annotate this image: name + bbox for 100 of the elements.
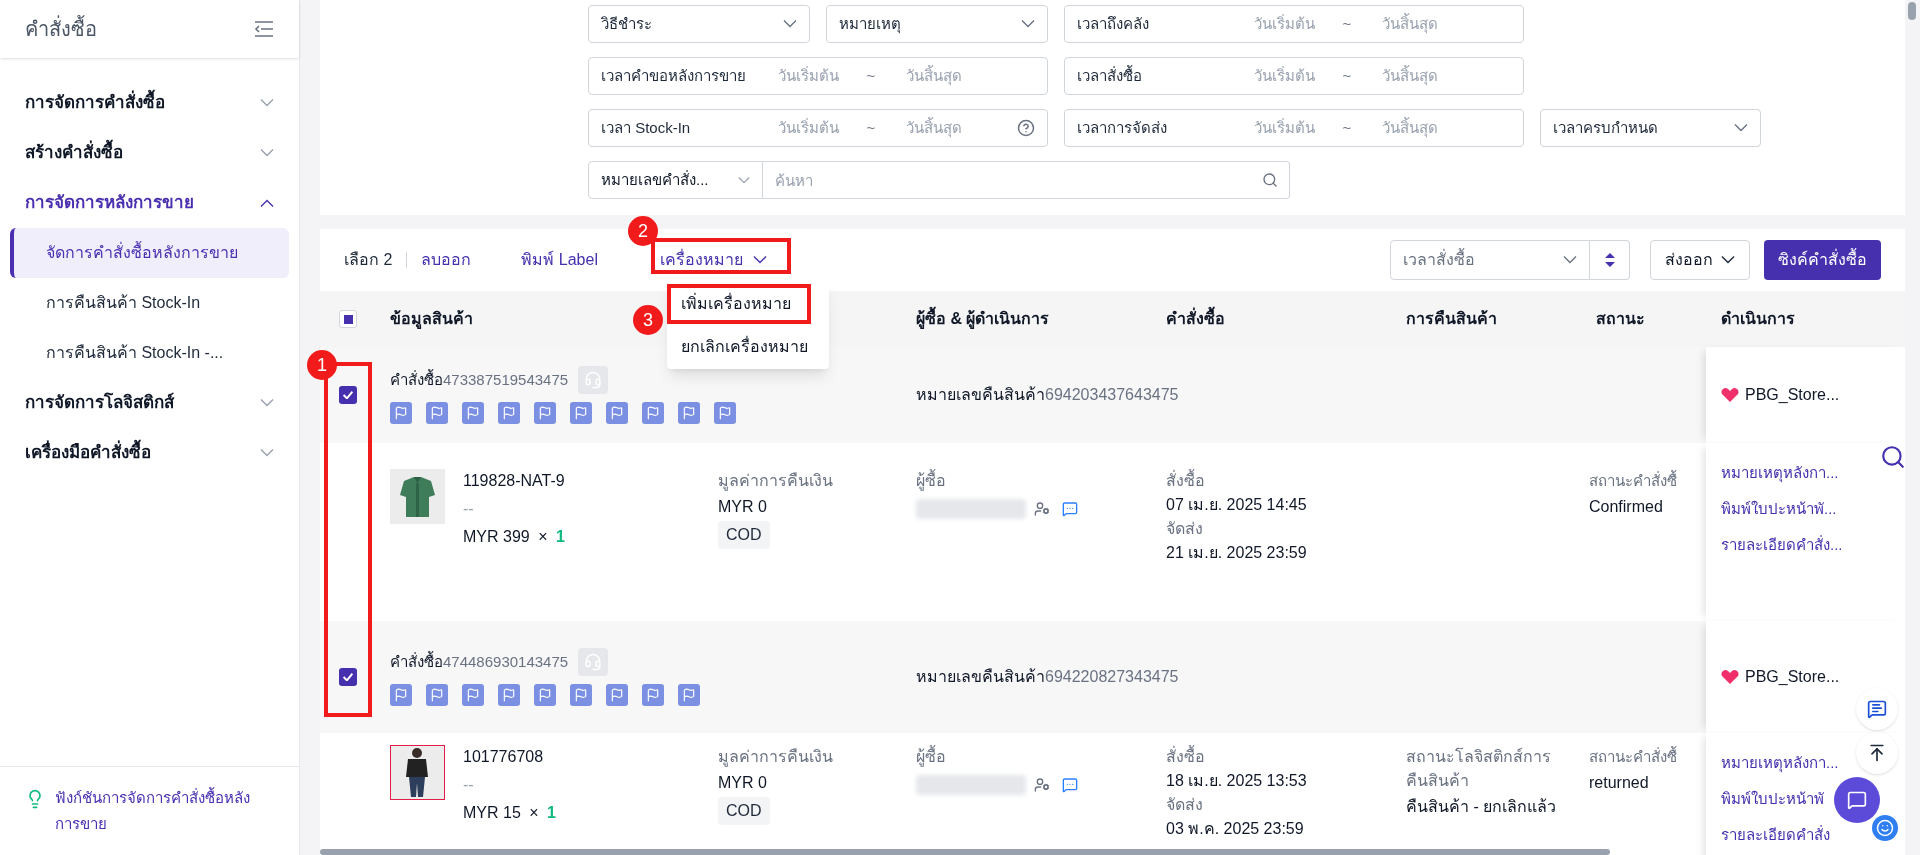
refund-amount: MYR 0 <box>718 497 767 517</box>
chevron-down-icon <box>752 256 767 264</box>
field-label: เวลาการจัดส่ง <box>1077 117 1168 138</box>
print-label-button[interactable]: พิมพ์ Label <box>521 248 598 272</box>
flag-icon[interactable] <box>642 402 664 424</box>
start-date-placeholder: วันเริ่มต้น <box>777 65 840 86</box>
help-icon[interactable] <box>1017 119 1035 137</box>
filter-select[interactable]: หมายเหตุ <box>826 5 1048 43</box>
range-separator: ~ <box>865 117 877 138</box>
mark-dropdown-button[interactable]: เครื่องหมาย <box>659 248 767 272</box>
date-range-field[interactable]: เวลาสั่งซื้อ วันเริ่มต้น ~ วันสิ้นสุด <box>1064 57 1524 95</box>
sidebar-group[interactable]: การจัดการคำสั่งซื้อ <box>10 78 289 128</box>
action-link[interactable]: หมายเหตุหลังกา... <box>1721 461 1905 485</box>
sidebar-item[interactable]: การคืนสินค้า Stock-In <box>10 278 289 328</box>
date-range-field[interactable]: เวลาถึงคลัง วันเริ่มต้น ~ วันสิ้นสุด <box>1064 5 1524 43</box>
search-icon[interactable] <box>1880 444 1906 470</box>
column-header: สถานะ <box>1596 309 1645 329</box>
return-number: หมายเลขคืนสินค้า694220827343475 <box>916 668 1179 685</box>
flag-icon[interactable] <box>606 402 628 424</box>
flag-icon[interactable] <box>426 402 448 424</box>
vertical-scrollbar[interactable] <box>1908 2 1916 20</box>
sort-order-button[interactable] <box>1590 240 1630 280</box>
store-logo-icon <box>1721 387 1739 403</box>
time-label: จัดส่ง <box>1166 519 1204 539</box>
search-icon[interactable] <box>1262 172 1278 188</box>
tip-link[interactable]: ฟังก์ชันการจัดการคำสั่งซื้อหลังการขาย <box>55 785 274 837</box>
flag-icon[interactable] <box>390 402 412 424</box>
flag-icon[interactable] <box>498 402 520 424</box>
product-variant: -- <box>463 499 475 519</box>
row-checkbox[interactable] <box>339 386 357 404</box>
time-value: 03 พ.ค. 2025 23:59 <box>1166 819 1305 839</box>
action-link[interactable]: หมายเหตุหลังกา... <box>1721 751 1905 775</box>
column-header: การคืนสินค้า <box>1406 309 1497 329</box>
sort-arrows-icon <box>1604 253 1615 267</box>
sort-select[interactable]: เวลาสั่งซื้อ <box>1390 240 1590 280</box>
sidebar-group[interactable]: สร้างคำสั่งซื้อ <box>10 128 289 178</box>
action-link[interactable]: พิมพ์ใบปะหน้าพั... <box>1721 497 1905 521</box>
filter-select[interactable]: เวลาครบกำหนด <box>1540 109 1761 147</box>
end-date-placeholder: วันสิ้นสุด <box>904 116 963 140</box>
arrow-up-icon <box>1867 743 1887 763</box>
start-date-placeholder: วันเริ่มต้น <box>1253 13 1316 34</box>
store-logo-icon <box>1721 669 1739 685</box>
range-separator: ~ <box>1341 65 1353 86</box>
store-name: PBG_Store... <box>1745 667 1840 687</box>
flag-icon[interactable] <box>390 684 412 706</box>
flag-icon[interactable] <box>462 684 484 706</box>
flag-icon[interactable] <box>678 684 700 706</box>
collapse-menu-icon[interactable] <box>254 21 274 37</box>
sidebar-item[interactable]: การคืนสินค้า Stock-In -... <box>10 328 289 378</box>
end-date-placeholder: วันสิ้นสุด <box>1380 116 1439 140</box>
field-label: เวลาคำขอหลังการขาย <box>601 65 747 86</box>
sidebar-item[interactable]: จัดการคำสั่งซื้อหลังการขาย <box>10 228 289 278</box>
date-range-field[interactable]: เวลา Stock-In วันเริ่มต้น ~ วันสิ้นสุด <box>588 109 1048 147</box>
flag-icon[interactable] <box>570 402 592 424</box>
chevron-down-icon <box>1563 256 1577 264</box>
sidebar-group[interactable]: การจัดการหลังการขาย <box>10 178 289 228</box>
flag-icon[interactable] <box>498 684 520 706</box>
product-sku: 101776708 <box>463 747 545 767</box>
date-range-field[interactable]: เวลาคำขอหลังการขาย วันเริ่มต้น ~ วันสิ้นสุด <box>588 57 1048 95</box>
step-number-badge: 2 <box>628 216 658 246</box>
flag-icon[interactable] <box>678 402 700 424</box>
chevron-down-icon <box>260 149 274 157</box>
flag-icon[interactable] <box>426 684 448 706</box>
date-range-field[interactable]: เวลาการจัดส่ง วันเริ่มต้น ~ วันสิ้นสุด <box>1064 109 1524 147</box>
flag-icon[interactable] <box>714 402 736 424</box>
end-date-placeholder: วันสิ้นสุด <box>904 64 963 88</box>
sidebar-group[interactable]: การจัดการโลจิสติกส์ <box>10 378 289 428</box>
flag-icon[interactable] <box>570 684 592 706</box>
flag-icon[interactable] <box>606 684 628 706</box>
export-button[interactable]: ส่งออก <box>1650 240 1750 280</box>
checkmark-icon <box>343 391 353 399</box>
sync-orders-button[interactable]: ซิงค์คำสั่งซื้อ <box>1764 240 1881 280</box>
flag-icon[interactable] <box>534 684 556 706</box>
filter-select[interactable]: วิธีชำระ <box>588 5 810 43</box>
step-number-badge: 1 <box>307 350 337 380</box>
flag-icon[interactable] <box>534 402 556 424</box>
user-settings-icon[interactable] <box>1034 777 1050 793</box>
payment-method-tag: COD <box>718 797 770 825</box>
start-date-placeholder: วันเริ่มต้น <box>1253 117 1316 138</box>
search-type-select[interactable]: หมายเลขคำสั่ง... <box>588 161 763 199</box>
action-link[interactable]: พิมพ์ใบปะหน้าพั <box>1721 787 1905 811</box>
end-date-placeholder: วันสิ้นสุด <box>1380 64 1439 88</box>
select-all-checkbox[interactable] <box>339 310 357 328</box>
flag-icon[interactable] <box>642 684 664 706</box>
menu-item[interactable]: เพิ่มเครื่องหมาย <box>673 290 799 318</box>
horizontal-scrollbar[interactable] <box>320 849 1610 855</box>
chat-icon[interactable] <box>1062 501 1078 517</box>
row-checkbox[interactable] <box>339 668 357 686</box>
column-header: คำสั่งซื้อ <box>1166 307 1225 331</box>
sidebar-group[interactable]: เครื่องมือคำสั่งซื้อ <box>10 428 289 478</box>
delete-button[interactable]: ลบออก <box>421 248 472 272</box>
action-link[interactable]: รายละเอียดคำสั่ง... <box>1721 533 1905 557</box>
menu-item[interactable]: ยกเลิกเครื่องหมาย <box>673 333 816 361</box>
flag-icon[interactable] <box>462 402 484 424</box>
search-field[interactable]: ค้นหา <box>763 161 1290 199</box>
action-link[interactable]: รายละเอียดคำสั่ง <box>1721 823 1905 847</box>
store-name: PBG_Store... <box>1745 385 1840 405</box>
chat-icon[interactable] <box>1062 777 1078 793</box>
user-settings-icon[interactable] <box>1034 501 1050 517</box>
product-variant: -- <box>463 775 475 795</box>
